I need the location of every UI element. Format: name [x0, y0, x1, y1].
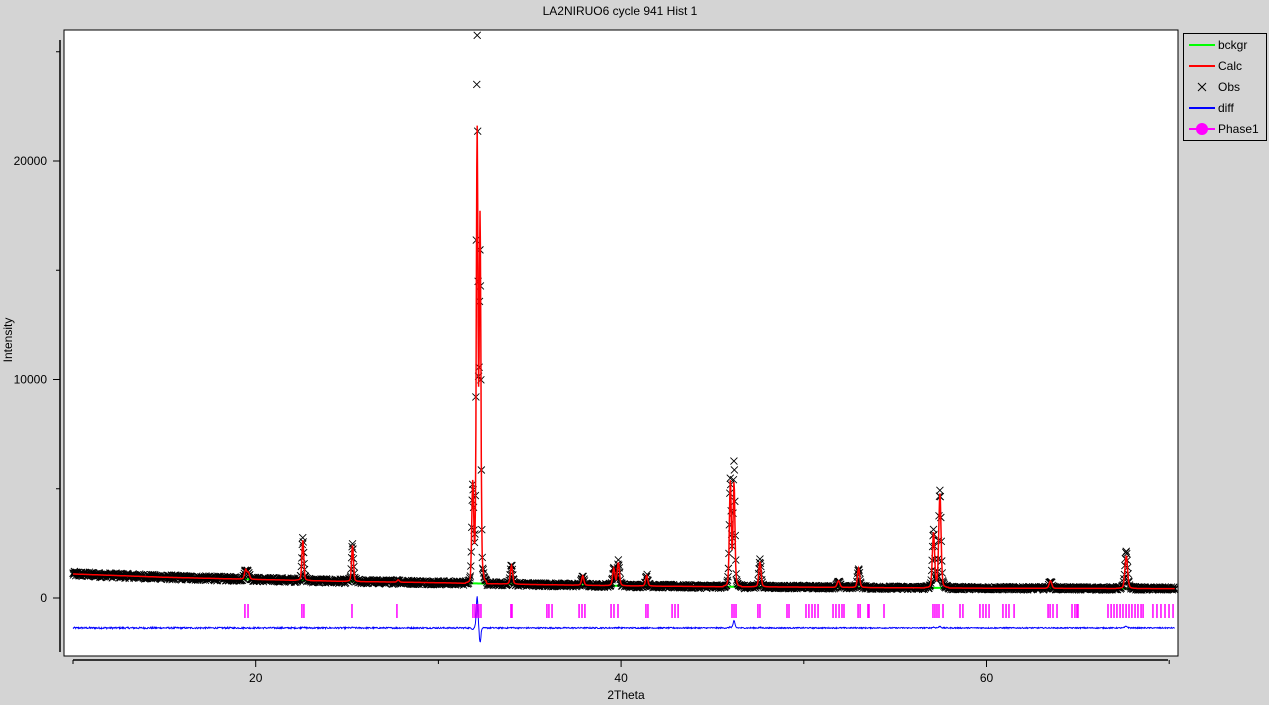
legend-label: Calc — [1218, 59, 1243, 73]
magenta-circle-line-icon — [1189, 123, 1215, 135]
y-tick-label: 10000 — [14, 373, 48, 387]
y-axis-label: Intensity — [1, 317, 15, 363]
legend-label: Phase1 — [1218, 122, 1259, 136]
legend-label: bckgr — [1218, 38, 1248, 52]
x-axis-label: 2Theta — [607, 688, 645, 702]
x-tick-label: 20 — [249, 671, 263, 685]
legend-item-phase1: Phase1 — [1184, 119, 1266, 139]
y-tick-label: 0 — [40, 591, 47, 605]
legend-item-obs: Obs — [1184, 77, 1266, 97]
x-marker-icon — [1197, 82, 1207, 92]
legend-item-calc: Calc — [1184, 56, 1266, 76]
x-tick-label: 40 — [614, 671, 628, 685]
green-line-icon — [1189, 44, 1215, 46]
x-tick-label: 60 — [980, 671, 994, 685]
legend: bckgr Calc Obs diff Phase1 — [1183, 33, 1267, 141]
red-line-icon — [1189, 65, 1215, 67]
chart-title: LA2NIRUO6 cycle 941 Hist 1 — [542, 4, 698, 18]
legend-label: diff — [1218, 101, 1234, 115]
legend-item-diff: diff — [1184, 98, 1266, 118]
y-tick-label: 20000 — [14, 154, 48, 168]
diffraction-plot[interactable]: 0 10000 20000 20 40 60 — [0, 0, 1269, 705]
legend-label: Obs — [1218, 80, 1241, 94]
blue-line-icon — [1189, 107, 1215, 109]
legend-item-bckgr: bckgr — [1184, 35, 1266, 55]
